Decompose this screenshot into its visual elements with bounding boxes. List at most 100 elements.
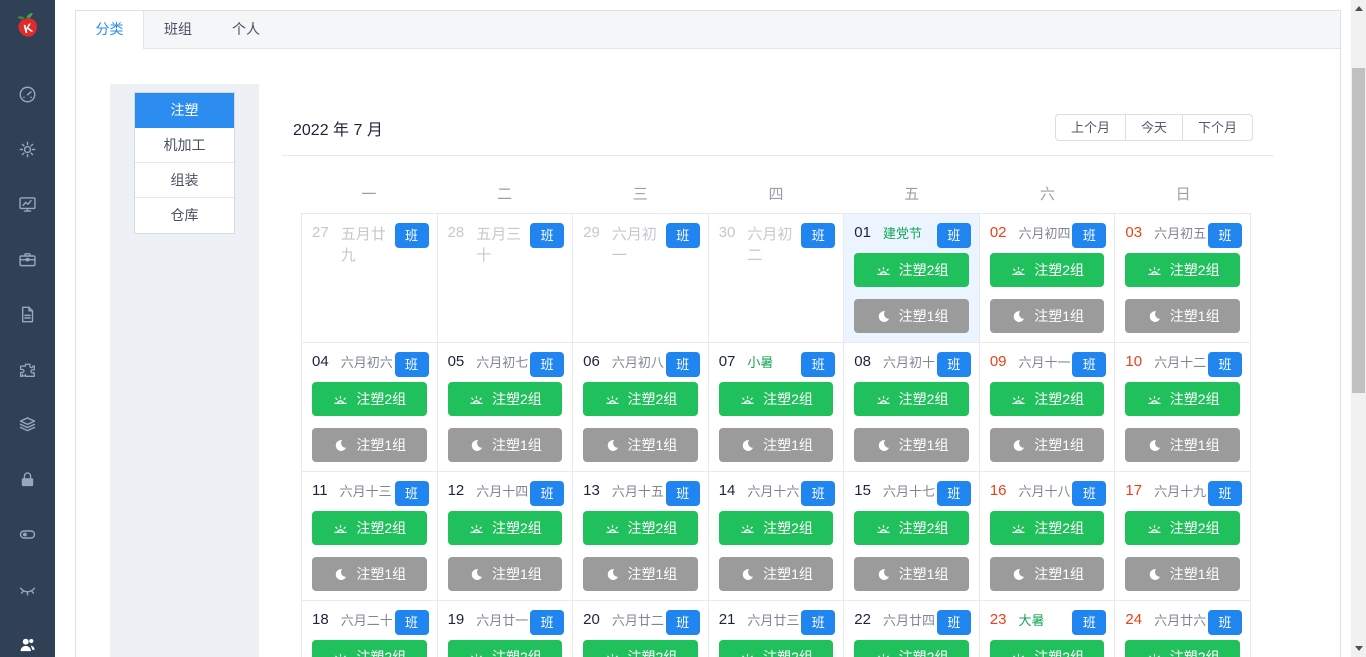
- shift-plan-badge[interactable]: 班: [665, 223, 700, 248]
- night-shift-button[interactable]: 注塑1组: [1125, 557, 1240, 592]
- day-cell-13[interactable]: 13 六月十五 班 注塑2组 注塑1组: [573, 472, 709, 601]
- page-scrollbar[interactable]: [1351, 0, 1366, 657]
- day-shift-button[interactable]: 注塑2组: [1125, 511, 1240, 546]
- shift-plan-badge[interactable]: 班: [1072, 352, 1107, 377]
- category-item-machining[interactable]: 机加工: [135, 128, 234, 163]
- shift-plan-badge[interactable]: 班: [1207, 223, 1242, 248]
- day-shift-button[interactable]: 注塑2组: [989, 511, 1105, 546]
- day-shift-button[interactable]: 注塑2组: [854, 382, 969, 417]
- day-cell-11[interactable]: 11 六月十三 班 注塑2组 注塑1组: [302, 472, 438, 601]
- night-shift-button[interactable]: 注塑1组: [989, 299, 1105, 334]
- night-shift-button[interactable]: 注塑1组: [854, 557, 969, 592]
- day-shift-button[interactable]: 注塑2组: [854, 640, 969, 657]
- day-shift-button[interactable]: 注塑2组: [989, 382, 1105, 417]
- day-shift-button[interactable]: 注塑2组: [718, 640, 834, 657]
- day-cell-10[interactable]: 10 六月十二 班 注塑2组 注塑1组: [1115, 343, 1251, 472]
- night-shift-button[interactable]: 注塑1组: [447, 428, 563, 463]
- shift-plan-badge[interactable]: 班: [801, 352, 836, 377]
- night-shift-button[interactable]: 注塑1组: [583, 557, 698, 592]
- app-logo[interactable]: K: [0, 0, 55, 56]
- day-cell-04[interactable]: 04 六月初六 班 注塑2组 注塑1组: [302, 343, 438, 472]
- shift-plan-badge[interactable]: 班: [1207, 481, 1242, 506]
- day-shift-button[interactable]: 注塑2组: [312, 640, 427, 657]
- day-cell-03[interactable]: 03 六月初五 班 注塑2组 注塑1组: [1115, 214, 1251, 343]
- shift-plan-badge[interactable]: 班: [665, 481, 700, 506]
- shift-plan-badge[interactable]: 班: [1207, 610, 1242, 635]
- night-shift-button[interactable]: 注塑1组: [989, 428, 1105, 463]
- prev-month-button[interactable]: 上个月: [1054, 114, 1126, 141]
- shift-plan-badge[interactable]: 班: [394, 223, 429, 248]
- shift-plan-badge[interactable]: 班: [394, 481, 429, 506]
- sidebar-item-layers[interactable]: [0, 397, 55, 452]
- sidebar-item-monitor[interactable]: [0, 177, 55, 232]
- shift-plan-badge[interactable]: 班: [801, 610, 836, 635]
- scroll-up-arrow[interactable]: [1355, 6, 1363, 11]
- scroll-down-arrow[interactable]: [1355, 646, 1363, 651]
- day-shift-button[interactable]: 注塑2组: [447, 511, 563, 546]
- day-cell-20[interactable]: 20 六月廿二 班 注塑2组 注塑1组: [573, 601, 709, 657]
- day-cell-16[interactable]: 16 六月十八 班 注塑2组 注塑1组: [979, 472, 1116, 601]
- category-item-warehouse[interactable]: 仓库: [135, 198, 234, 233]
- day-cell-17[interactable]: 17 六月十九 班 注塑2组 注塑1组: [1115, 472, 1251, 601]
- day-cell-27[interactable]: 27 五月廿九 班: [302, 214, 438, 343]
- shift-plan-badge[interactable]: 班: [936, 610, 971, 635]
- night-shift-button[interactable]: 注塑1组: [989, 557, 1105, 592]
- sidebar-item-puzzle[interactable]: [0, 342, 55, 397]
- shift-plan-badge[interactable]: 班: [394, 610, 429, 635]
- day-cell-28[interactable]: 28 五月三十 班: [437, 214, 574, 343]
- day-cell-30[interactable]: 30 六月初二 班: [708, 214, 845, 343]
- day-shift-button[interactable]: 注塑2组: [447, 640, 563, 657]
- day-shift-button[interactable]: 注塑2组: [989, 640, 1105, 657]
- shift-plan-badge[interactable]: 班: [801, 481, 836, 506]
- night-shift-button[interactable]: 注塑1组: [312, 557, 427, 592]
- sidebar-item-toggle[interactable]: [0, 507, 55, 562]
- day-cell-05[interactable]: 05 六月初七 班 注塑2组 注塑1组: [437, 343, 574, 472]
- day-cell-24[interactable]: 24 六月廿六 班 注塑2组 注塑1组: [1115, 601, 1251, 657]
- day-cell-22[interactable]: 22 六月廿四 班 注塑2组 注塑1组: [844, 601, 980, 657]
- day-cell-21[interactable]: 21 六月廿三 班 注塑2组 注塑1组: [708, 601, 845, 657]
- shift-plan-badge[interactable]: 班: [530, 223, 565, 248]
- tab-team-group[interactable]: 班组: [144, 11, 212, 48]
- sidebar-item-settings[interactable]: [0, 122, 55, 177]
- shift-plan-badge[interactable]: 班: [530, 352, 565, 377]
- sidebar-item-toolbox[interactable]: [0, 232, 55, 287]
- night-shift-button[interactable]: 注塑1组: [854, 428, 969, 463]
- shift-plan-badge[interactable]: 班: [801, 223, 836, 248]
- day-shift-button[interactable]: 注塑2组: [1125, 253, 1240, 288]
- day-shift-button[interactable]: 注塑2组: [583, 382, 698, 417]
- sidebar-item-lock[interactable]: [0, 452, 55, 507]
- category-item-assembly[interactable]: 组装: [135, 163, 234, 198]
- sidebar-item-document[interactable]: [0, 287, 55, 342]
- day-cell-07[interactable]: 07 小暑 班 注塑2组 注塑1组: [708, 343, 845, 472]
- day-shift-button[interactable]: 注塑2组: [312, 382, 427, 417]
- scrollbar-thumb[interactable]: [1352, 68, 1365, 393]
- day-shift-button[interactable]: 注塑2组: [718, 382, 834, 417]
- day-shift-button[interactable]: 注塑2组: [854, 253, 969, 288]
- day-shift-button[interactable]: 注塑2组: [718, 511, 834, 546]
- night-shift-button[interactable]: 注塑1组: [1125, 299, 1240, 334]
- sidebar-item-dashboard[interactable]: [0, 67, 55, 122]
- shift-plan-badge[interactable]: 班: [1072, 223, 1107, 248]
- day-cell-01[interactable]: 01 建党节 班 注塑2组 注塑1组: [844, 214, 980, 343]
- day-shift-button[interactable]: 注塑2组: [583, 640, 698, 657]
- tab-personal[interactable]: 个人: [212, 11, 280, 48]
- day-cell-19[interactable]: 19 六月廿一 班 注塑2组 注塑1组: [437, 601, 574, 657]
- night-shift-button[interactable]: 注塑1组: [447, 557, 563, 592]
- day-cell-14[interactable]: 14 六月十六 班 注塑2组 注塑1组: [708, 472, 845, 601]
- shift-plan-badge[interactable]: 班: [1072, 481, 1107, 506]
- day-shift-button[interactable]: 注塑2组: [1125, 382, 1240, 417]
- night-shift-button[interactable]: 注塑1组: [1125, 428, 1240, 463]
- day-shift-button[interactable]: 注塑2组: [1125, 640, 1240, 657]
- shift-plan-badge[interactable]: 班: [665, 610, 700, 635]
- shift-plan-badge[interactable]: 班: [936, 223, 971, 248]
- sidebar-item-team[interactable]: [0, 617, 55, 657]
- day-cell-18[interactable]: 18 六月二十 班 注塑2组 注塑1组: [302, 601, 438, 657]
- day-shift-button[interactable]: 注塑2组: [312, 511, 427, 546]
- today-button[interactable]: 今天: [1124, 114, 1183, 141]
- day-cell-29[interactable]: 29 六月初一 班: [573, 214, 709, 343]
- night-shift-button[interactable]: 注塑1组: [718, 557, 834, 592]
- day-shift-button[interactable]: 注塑2组: [447, 382, 563, 417]
- shift-plan-badge[interactable]: 班: [394, 352, 429, 377]
- day-shift-button[interactable]: 注塑2组: [583, 511, 698, 546]
- day-cell-23[interactable]: 23 大暑 班 注塑2组 注塑1组: [979, 601, 1116, 657]
